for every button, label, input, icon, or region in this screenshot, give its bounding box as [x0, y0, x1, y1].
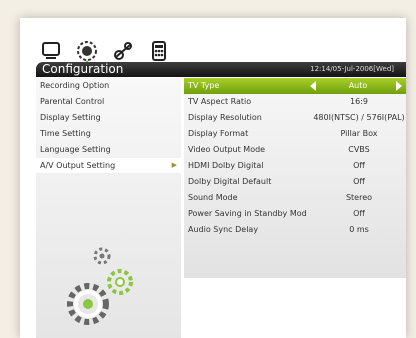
settings-gear-icon[interactable]: [112, 40, 134, 62]
menu-item-time-setting[interactable]: Time Setting: [36, 126, 181, 141]
settings-row-dolby-digital-default[interactable]: Dolby Digital Default Off: [184, 174, 406, 190]
gear-medium: [107, 269, 133, 295]
setting-value: CVBS: [348, 145, 370, 154]
menu-item-label: Language Setting: [40, 145, 111, 154]
left-menu: Recording Option Parental Control Displa…: [36, 78, 181, 338]
menu-item-recording-option[interactable]: Recording Option: [36, 78, 181, 93]
setting-label: Sound Mode: [188, 193, 238, 202]
satellite-dish-icon[interactable]: [76, 40, 98, 64]
menu-item-label: Recording Option: [40, 81, 110, 90]
setting-label: TV Type: [188, 81, 220, 90]
settings-panel: TV Type Auto TV Aspect Ratio 16:9 Displa…: [184, 78, 406, 278]
setting-label: Audio Sync Delay: [188, 225, 259, 234]
datetime: 12:14/05-Jul-2006[Wed]: [310, 65, 394, 73]
menu-arrow-icon: ▶: [171, 161, 177, 169]
settings-row-display-format[interactable]: Display Format Pillar Box: [184, 126, 406, 142]
settings-row-power-saving[interactable]: Power Saving in Standby Mod Off: [184, 206, 406, 222]
menu-item-parental-control[interactable]: Parental Control: [36, 94, 181, 109]
setting-value: Off: [353, 209, 365, 218]
setting-label: HDMI Dolby Digital: [188, 161, 264, 170]
setting-value: Stereo: [345, 193, 373, 202]
settings-row-tv-type[interactable]: TV Type Auto: [184, 78, 406, 94]
setting-value: Off: [353, 161, 365, 170]
settings-row-tv-aspect-ratio[interactable]: TV Aspect Ratio 16:9: [184, 94, 406, 110]
setting-label: Display Format: [188, 129, 249, 138]
menu-item-label: Time Setting: [40, 129, 91, 138]
menu-item-av-output-setting[interactable]: A/V Output Setting ▶: [36, 158, 181, 173]
settings-row-audio-sync-delay[interactable]: Audio Sync Delay 0 ms: [184, 222, 406, 238]
title-bar: Configuration 12:14/05-Jul-2006[Wed]: [36, 62, 406, 77]
screen: Configuration 12:14/05-Jul-2006[Wed] Rec…: [20, 18, 406, 338]
setting-value: Off: [353, 177, 365, 186]
setting-label: Power Saving in Standby Mod: [188, 209, 307, 218]
menu-item-display-setting[interactable]: Display Setting: [36, 110, 181, 125]
menu-item-language-setting[interactable]: Language Setting: [36, 142, 181, 157]
gear-small: [93, 247, 111, 265]
setting-value: 16:9: [350, 97, 368, 106]
setting-value: Pillar Box: [340, 129, 378, 138]
setting-value: Auto: [348, 81, 368, 90]
tv-icon[interactable]: [40, 40, 62, 62]
setting-label: Video Output Mode: [188, 145, 266, 154]
gear-large: [67, 283, 109, 325]
settings-row-sound-mode[interactable]: Sound Mode Stereo: [184, 190, 406, 206]
settings-row-hdmi-dolby-digital[interactable]: HDMI Dolby Digital Off: [184, 158, 406, 174]
setting-label: TV Aspect Ratio: [188, 97, 252, 106]
menu-item-label: A/V Output Setting: [40, 161, 116, 170]
setting-label: Display Resolution: [188, 113, 262, 122]
calculator-icon[interactable]: [148, 40, 170, 62]
page-title: Configuration: [42, 62, 124, 76]
menu-item-label: Parental Control: [40, 97, 105, 106]
setting-value: 0 ms: [349, 225, 369, 234]
setting-label: Dolby Digital Default: [188, 177, 272, 186]
settings-row-display-resolution[interactable]: Display Resolution 480I(NTSC) / 576I(PAL…: [184, 110, 406, 126]
setting-value: 480I(NTSC) / 576I(PAL): [313, 113, 405, 122]
arrow-right-icon[interactable]: [396, 81, 402, 91]
gears-icon: [67, 247, 133, 325]
settings-row-video-output-mode[interactable]: Video Output Mode CVBS: [184, 142, 406, 158]
menu-item-label: Display Setting: [40, 113, 101, 122]
